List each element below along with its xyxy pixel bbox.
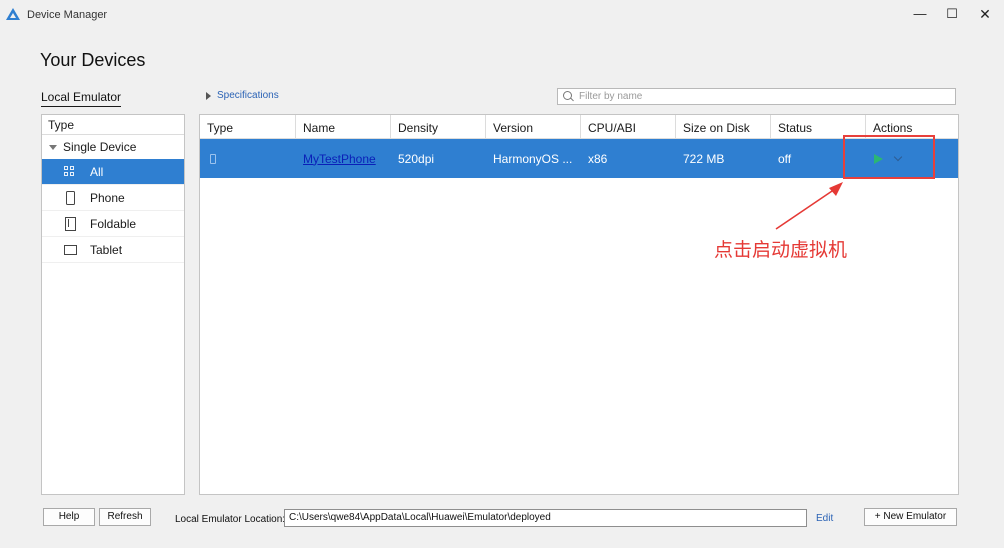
location-label: Local Emulator Location: xyxy=(175,514,286,525)
tab-local-emulator[interactable]: Local Emulator xyxy=(41,90,122,107)
new-emulator-button[interactable]: + New Emulator xyxy=(864,508,957,526)
column-version[interactable]: Version xyxy=(486,115,581,139)
app-logo-icon xyxy=(6,8,20,20)
close-button[interactable]: ✕ xyxy=(969,4,1001,24)
single-device-group[interactable]: Single Device xyxy=(42,135,184,159)
column-type[interactable]: Type xyxy=(200,115,296,139)
annotation-text: 点击启动虚拟机 xyxy=(714,239,848,261)
filter-input[interactable] xyxy=(579,91,939,102)
filter-box xyxy=(557,88,956,105)
grid-icon xyxy=(62,165,84,179)
minimize-button[interactable]: — xyxy=(904,4,936,24)
column-size-on-disk[interactable]: Size on Disk xyxy=(676,115,771,139)
annotation-highlight-box xyxy=(843,135,935,179)
help-button[interactable]: Help xyxy=(43,508,95,526)
type-item-foldable[interactable]: Foldable xyxy=(42,211,184,237)
device-name-link[interactable]: MyTestPhone xyxy=(303,152,376,166)
version-cell: HarmonyOS ... xyxy=(493,151,573,166)
refresh-button[interactable]: Refresh xyxy=(99,508,151,526)
window-title: Device Manager xyxy=(27,9,108,21)
type-panel-header: Type xyxy=(42,115,184,135)
cpu-cell: x86 xyxy=(588,151,608,166)
device-type-cell xyxy=(200,153,296,164)
device-type-panel: Type Single Device All Phone Foldable Ta… xyxy=(41,114,185,495)
phone-icon xyxy=(62,190,84,205)
location-field[interactable]: C:\Users\qwe84\AppData\Local\Huawei\Emul… xyxy=(284,509,807,527)
page-title: Your Devices xyxy=(40,50,146,70)
column-cpu-abi[interactable]: CPU/ABI xyxy=(581,115,676,139)
specifications-label: Specifications xyxy=(217,90,279,101)
device-name-cell: MyTestPhone xyxy=(296,152,391,166)
group-label: Single Device xyxy=(63,140,137,154)
type-item-tablet[interactable]: Tablet xyxy=(42,237,184,263)
type-item-all[interactable]: All xyxy=(42,159,184,185)
column-name[interactable]: Name xyxy=(296,115,391,139)
title-bar: Device Manager — ☐ ✕ xyxy=(0,0,1004,30)
column-density[interactable]: Density xyxy=(391,115,486,139)
size-cell: 722 MB xyxy=(683,151,725,166)
type-item-phone[interactable]: Phone xyxy=(42,185,184,211)
density-cell: 520dpi xyxy=(398,151,435,166)
type-item-label: Phone xyxy=(90,190,125,205)
foldable-icon xyxy=(62,216,84,231)
specifications-toggle[interactable]: Specifications xyxy=(206,90,279,101)
tablet-icon xyxy=(62,243,84,257)
type-item-label: Foldable xyxy=(90,216,137,231)
edit-link[interactable]: Edit xyxy=(816,513,833,524)
search-icon xyxy=(563,90,575,103)
type-item-label: All xyxy=(90,164,104,179)
collapse-arrow-icon xyxy=(49,144,57,150)
phone-icon xyxy=(210,153,216,164)
expand-arrow-icon xyxy=(206,91,211,100)
maximize-button[interactable]: ☐ xyxy=(936,4,968,24)
type-item-label: Tablet xyxy=(90,242,123,257)
